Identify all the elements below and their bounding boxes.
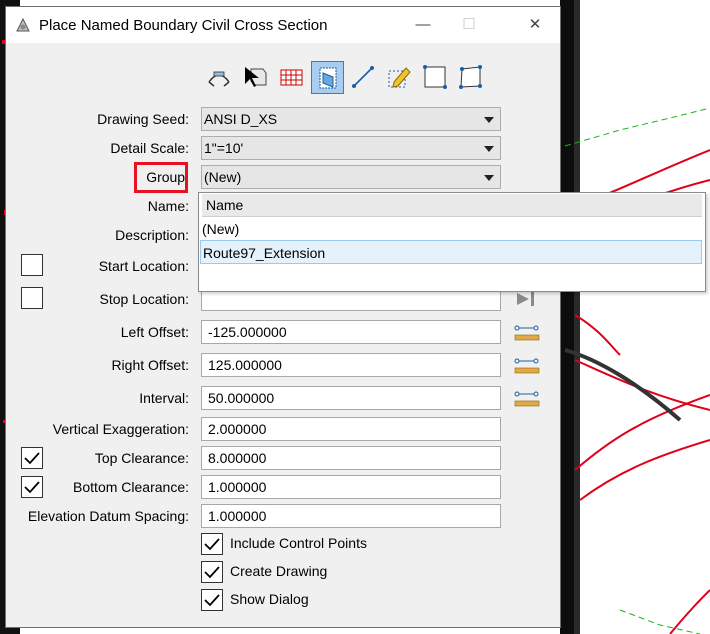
grid-tool-button[interactable]: [275, 61, 308, 94]
vertical-exaggeration-label: Vertical Exaggeration:: [52, 421, 189, 437]
elevation-datum-spacing-field[interactable]: 1.000000: [201, 504, 501, 528]
stop-location-label: Stop Location:: [99, 291, 189, 307]
dropdown-item-route97-extension[interactable]: Route97_Extension: [200, 240, 702, 264]
drawing-seed-select[interactable]: ANSI D_XS: [201, 107, 501, 131]
civil-arc-tool-icon: [208, 71, 230, 87]
grid-tool-icon: [280, 69, 303, 86]
interval-field[interactable]: 50.000000: [201, 386, 501, 410]
right-offset-field[interactable]: 125.000000: [201, 353, 501, 377]
polygon-tool-icon: [459, 65, 482, 89]
bottom-clearance-checkbox[interactable]: [21, 476, 43, 498]
cursor-box-tool-button[interactable]: [239, 61, 272, 94]
include-control-points-label: Include Control Points: [230, 535, 367, 551]
drawing-seed-value: ANSI D_XS: [204, 111, 278, 127]
right-offset-label: Right Offset:: [111, 357, 189, 373]
line-tool-icon: [352, 66, 374, 88]
pencil-tool-icon: [388, 67, 411, 88]
cross-section-tool-button[interactable]: [311, 61, 344, 94]
title-bar[interactable]: Place Named Boundary Civil Cross Section…: [6, 7, 560, 43]
measure-distance-icon[interactable]: [514, 356, 540, 374]
elevation-datum-spacing-label: Elevation Datum Spacing:: [27, 508, 189, 524]
detail-scale-label: Detail Scale:: [110, 140, 189, 156]
checkmark-icon: [204, 538, 220, 551]
cross-section-dialog: Place Named Boundary Civil Cross Section…: [5, 6, 561, 628]
checkmark-icon: [204, 594, 220, 607]
rectangle-tool-icon: [423, 65, 447, 89]
left-offset-field[interactable]: -125.000000: [201, 320, 501, 344]
chevron-down-icon: [484, 146, 494, 152]
group-select[interactable]: (New): [201, 165, 501, 189]
measure-distance-icon[interactable]: [514, 323, 540, 341]
top-clearance-checkbox[interactable]: [21, 447, 43, 469]
group-value: (New): [204, 169, 242, 185]
measure-distance-icon[interactable]: [514, 389, 540, 407]
civil-arc-tool-button[interactable]: [203, 61, 236, 94]
chevron-down-icon: [484, 117, 494, 123]
pick-location-icon[interactable]: [514, 290, 540, 308]
detail-scale-select[interactable]: 1"=10': [201, 136, 501, 160]
app-icon: [16, 17, 30, 32]
include-control-points-checkbox[interactable]: [201, 533, 223, 555]
group-label-highlight: [134, 162, 188, 193]
top-clearance-field[interactable]: 8.000000: [201, 446, 501, 470]
checkmark-icon: [204, 566, 220, 579]
close-button[interactable]: ✕: [510, 7, 560, 43]
minimize-button[interactable]: —: [400, 7, 446, 43]
vertical-exaggeration-field[interactable]: 2.000000: [201, 417, 501, 441]
description-label: Description:: [115, 227, 189, 243]
show-dialog-label: Show Dialog: [230, 591, 309, 607]
detail-scale-value: 1"=10': [204, 140, 244, 156]
interval-label: Interval:: [139, 390, 189, 406]
name-label: Name:: [147, 198, 189, 214]
maximize-button[interactable]: ☐: [446, 7, 492, 43]
dropdown-item-new[interactable]: (New): [200, 217, 702, 241]
stop-location-checkbox[interactable]: [21, 287, 43, 309]
window-title: Place Named Boundary Civil Cross Section: [39, 17, 328, 34]
start-location-label: Start Location:: [98, 258, 189, 274]
chevron-down-icon: [484, 175, 494, 181]
polygon-tool-button[interactable]: [455, 61, 488, 94]
create-drawing-checkbox[interactable]: [201, 561, 223, 583]
method-toolbar: [201, 59, 501, 97]
show-dialog-checkbox[interactable]: [201, 589, 223, 611]
start-location-checkbox[interactable]: [21, 254, 43, 276]
bottom-clearance-label: Bottom Clearance:: [73, 479, 189, 495]
cursor-box-tool-icon: [245, 67, 267, 87]
dropdown-column-header[interactable]: Name: [202, 194, 702, 217]
top-clearance-label: Top Clearance:: [94, 450, 189, 466]
checkmark-icon: [24, 481, 40, 494]
create-drawing-label: Create Drawing: [230, 563, 328, 579]
left-offset-label: Left Offset:: [120, 324, 189, 340]
rectangle-tool-button[interactable]: [419, 61, 452, 94]
cross-section-tool-icon: [319, 67, 337, 89]
bottom-clearance-field[interactable]: 1.000000: [201, 475, 501, 499]
group-dropdown-list: Name (New) Route97_Extension: [198, 192, 706, 292]
line-tool-button[interactable]: [347, 61, 380, 94]
pencil-tool-button[interactable]: [383, 61, 416, 94]
drawing-seed-label: Drawing Seed:: [97, 111, 189, 127]
checkmark-icon: [24, 452, 40, 465]
